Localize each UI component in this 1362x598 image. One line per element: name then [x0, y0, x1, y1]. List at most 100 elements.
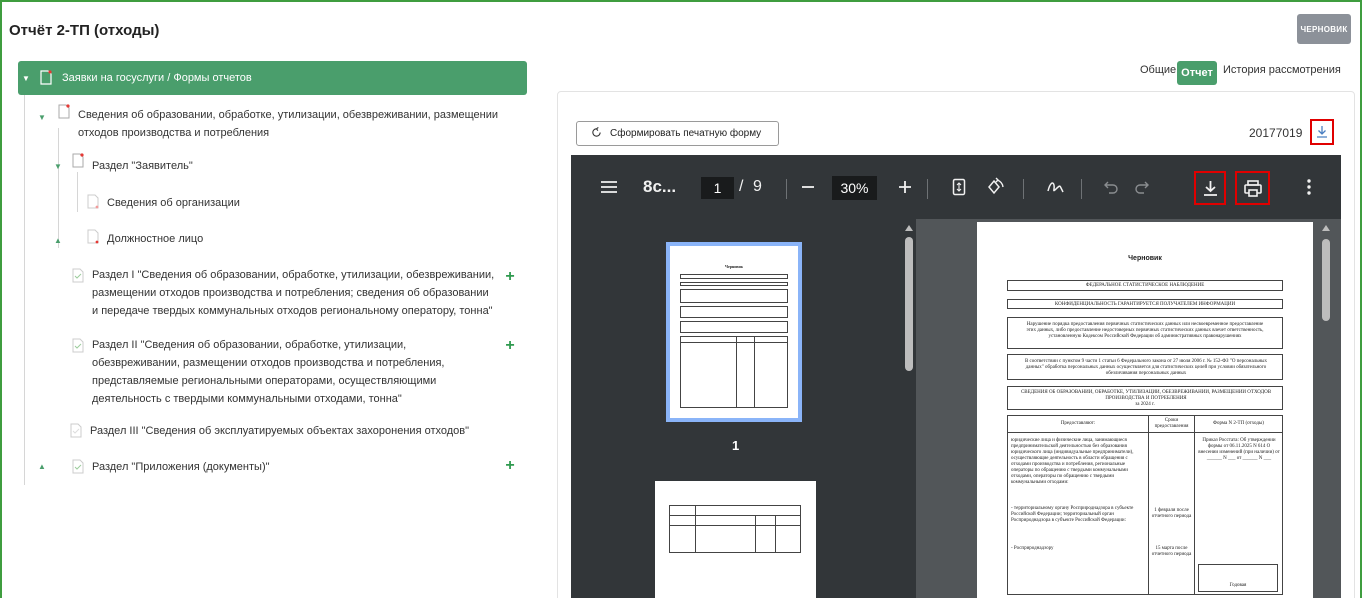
more-options-icon[interactable]: [1307, 179, 1311, 195]
tree-item-section-1[interactable]: Раздел I "Сведения об образовании, обраб…: [92, 266, 494, 320]
thumb-block: [680, 289, 788, 303]
page-watermark: Черновик: [1128, 255, 1162, 262]
table-line: [1148, 416, 1149, 594]
page-text: - Росприроднадзору: [1011, 546, 1054, 551]
thumb-line: [695, 505, 696, 553]
print-button[interactable]: [1235, 171, 1270, 205]
zoom-input[interactable]: 30%: [832, 176, 877, 200]
tree-item-label-line: представляемые региональными операторами…: [92, 375, 437, 387]
tree-item-label-line: отходов производства и потребления: [78, 127, 270, 139]
page-block: ФЕДЕРАЛЬНОЕ СТАТИСТИЧЕСКОЕ НАБЛЮДЕНИЕ: [1007, 280, 1283, 291]
main-scrollbar[interactable]: [1322, 239, 1330, 321]
thumb-table: [669, 505, 801, 553]
thumbnail-sidebar: Черновик 1: [571, 219, 916, 598]
tree-item-section-2[interactable]: Раздел II "Сведения об образовании, обра…: [92, 336, 444, 408]
zoom-in-icon[interactable]: [898, 180, 912, 194]
total-pages: 9: [753, 178, 762, 195]
page-thumbnail-2[interactable]: [655, 481, 816, 598]
tab-report[interactable]: Отчет: [1177, 61, 1217, 85]
thumb-table: [680, 336, 788, 408]
caret-down-icon[interactable]: ▼: [38, 113, 46, 122]
caret-down-icon[interactable]: ▼: [54, 162, 62, 171]
thumbnail-page-number: 1: [732, 438, 740, 453]
add-icon[interactable]: +: [503, 338, 517, 354]
annotate-icon[interactable]: [1046, 177, 1066, 197]
caret-up-icon[interactable]: ▲: [38, 462, 46, 471]
document-icon: [87, 194, 99, 209]
page-block: Нарушение порядка предоставления первичн…: [1007, 317, 1283, 349]
table-line: [1194, 416, 1195, 594]
tree-item-label-line: Раздел I "Сведения об образовании, обраб…: [92, 269, 495, 281]
thumb-block: [680, 321, 788, 333]
caret-down-icon[interactable]: ▼: [22, 74, 30, 83]
thumb-line: [775, 515, 776, 553]
thumb-line: [669, 525, 801, 526]
thumbnail-scrollbar[interactable]: [905, 237, 913, 371]
document-check-icon: [72, 459, 84, 474]
download-button[interactable]: [1310, 119, 1334, 145]
add-icon[interactable]: +: [503, 458, 517, 474]
thumb-block: [680, 306, 788, 318]
tree-item-attachments[interactable]: Раздел "Приложения (документы)": [92, 458, 270, 476]
tree-item-organization[interactable]: Сведения об организации: [107, 194, 240, 212]
tree-item-applicant[interactable]: Раздел "Заявитель": [92, 157, 193, 175]
page-text: Нарушение порядка предоставления первичн…: [1026, 322, 1264, 339]
page-block: В соответствии с пунктом 9 части 1 стать…: [1007, 354, 1283, 380]
tree-item-section-3[interactable]: Раздел III "Сведения об эксплуатируемых …: [90, 422, 469, 440]
tab-general[interactable]: Общие: [1140, 64, 1176, 76]
thumb-line: [680, 342, 788, 343]
thumb-line: [736, 336, 737, 408]
page-text: 15 марта после отчетного периода: [1151, 546, 1192, 557]
page-text: СВЕДЕНИЯ ОБ ОБРАЗОВАНИИ, ОБРАБОТКЕ, УТИЛ…: [1020, 390, 1272, 401]
tree-guide-line: [77, 172, 78, 212]
page-text: 1 февраля после отчетного периода: [1151, 508, 1192, 519]
thumb-line: [755, 515, 756, 553]
scroll-up-icon[interactable]: [904, 224, 914, 232]
tab-history[interactable]: История рассмотрения: [1223, 64, 1341, 76]
tree-item-waste-info[interactable]: Сведения об образовании, обработке, утил…: [78, 106, 498, 142]
pdf-filename: 8c...: [643, 177, 677, 196]
table-line: [1008, 432, 1282, 433]
document-check-icon: [72, 338, 84, 353]
document-icon: [58, 104, 70, 119]
download-pdf-button[interactable]: [1194, 171, 1226, 205]
print-icon: [1244, 180, 1262, 197]
fit-page-icon[interactable]: [952, 178, 966, 196]
page-text: - территориальному органу Росприроднадзо…: [1011, 506, 1134, 523]
download-icon: [1317, 126, 1327, 138]
caret-up-icon[interactable]: ▲: [54, 236, 62, 245]
rotate-icon[interactable]: [984, 177, 1006, 197]
page-text: КОНФИДЕНЦИАЛЬНОСТЬ ГАРАНТИРУЕТСЯ ПОЛУЧАТ…: [1054, 302, 1236, 307]
page-text: Годовая: [1229, 583, 1247, 588]
document-icon: [40, 70, 52, 85]
page-text: Предоставляют:: [1060, 421, 1096, 426]
menu-icon[interactable]: [600, 180, 618, 194]
thumbnail-watermark: Черновик: [725, 264, 743, 269]
zoom-out-icon[interactable]: [801, 180, 815, 194]
document-icon: [70, 423, 82, 438]
pdf-toolbar: 8c... 1 / 9 30%: [571, 155, 1341, 219]
generate-print-form-button[interactable]: Сформировать печатную форму: [576, 121, 779, 146]
page-text: Сроки предоставления: [1154, 418, 1189, 429]
pdf-viewer: 8c... 1 / 9 30% Черновик 1 Черновик ФЕДЕ…: [571, 155, 1341, 598]
document-icon: [87, 229, 99, 244]
tree-guide-line: [58, 128, 59, 248]
page-thumbnail-1[interactable]: Черновик: [666, 242, 802, 422]
page-separator: /: [739, 178, 744, 195]
page-number-input[interactable]: 1: [701, 177, 734, 199]
scroll-up-icon[interactable]: [1321, 224, 1331, 232]
generate-print-form-label: Сформировать печатную форму: [610, 128, 762, 139]
tree-item-official[interactable]: Должностное лицо: [107, 230, 203, 248]
tree-root-item[interactable]: ▼ Заявки на госуслуги / Формы отчетов: [18, 61, 527, 95]
redo-icon[interactable]: [1134, 180, 1150, 194]
page-text: В соответствии с пунктом 9 части 1 стать…: [1024, 359, 1268, 376]
page-block: Годовая: [1198, 564, 1278, 592]
tree-root-label: Заявки на госуслуги / Формы отчетов: [62, 72, 252, 84]
page-table: Предоставляют: Сроки предоставления Форм…: [1007, 415, 1283, 595]
tree-item-label-line: обезвреживании, размещении отходов произ…: [92, 357, 445, 369]
add-icon[interactable]: +: [503, 269, 517, 285]
document-check-icon: [72, 268, 84, 283]
toolbar-divider: [786, 179, 787, 199]
download-icon: [1204, 181, 1217, 196]
undo-icon[interactable]: [1103, 180, 1119, 194]
